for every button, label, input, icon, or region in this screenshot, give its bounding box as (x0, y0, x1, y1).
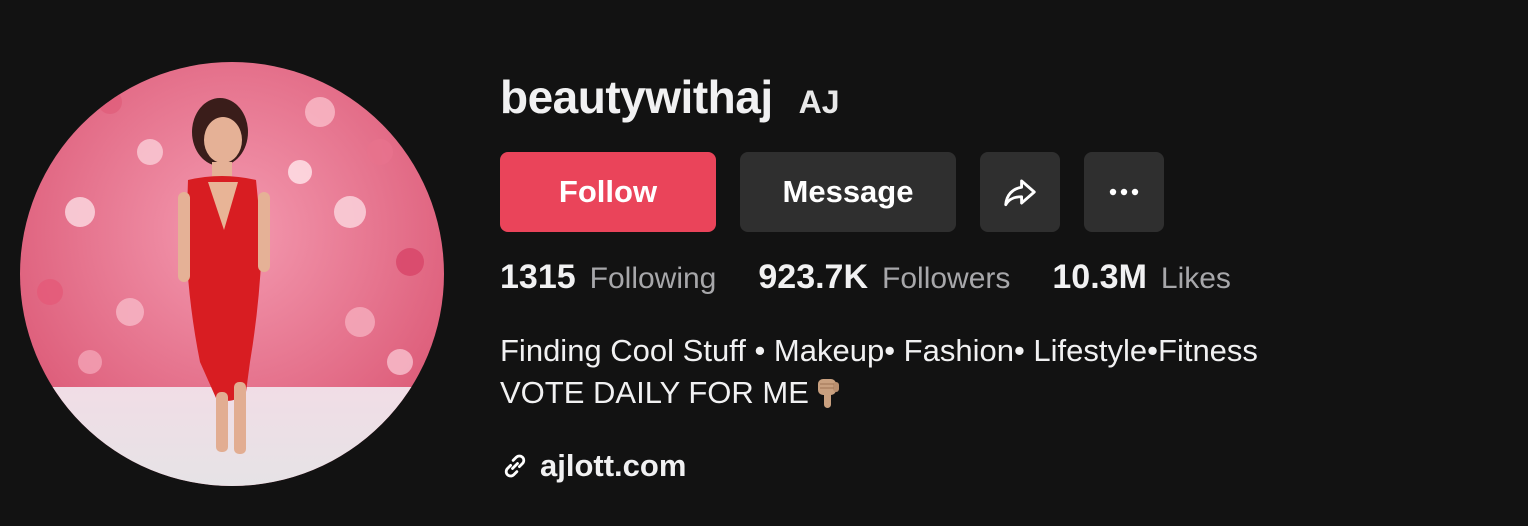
bio-line-2-text: VOTE DAILY FOR ME (500, 375, 809, 410)
following-count: 1315 (500, 258, 576, 296)
profile-link[interactable]: ajlott.com (500, 444, 1500, 488)
likes-stat: 10.3M Likes (1052, 258, 1231, 297)
profile-header: beautywithaj AJ Follow Message 1315 Foll… (0, 0, 1528, 526)
avatar[interactable] (20, 62, 444, 486)
profile-link-text[interactable]: ajlott.com (540, 448, 686, 484)
bio: Finding Cool Stuff • Makeup• Fashion• Li… (500, 330, 1500, 414)
more-dots-icon (1109, 188, 1139, 196)
more-button[interactable] (1084, 152, 1164, 232)
profile-info: beautywithaj AJ Follow Message 1315 Foll… (500, 70, 1500, 488)
followers-label: Followers (882, 262, 1011, 295)
link-chain-icon (504, 454, 526, 478)
followers-stat[interactable]: 923.7K Followers (758, 258, 1010, 297)
pointing-down-hand-emoji-icon (817, 379, 839, 408)
message-button[interactable]: Message (740, 152, 956, 232)
follow-button[interactable]: Follow (500, 152, 716, 232)
bio-line-2: VOTE DAILY FOR ME (500, 372, 1500, 414)
name-row: beautywithaj AJ (500, 70, 1500, 130)
likes-count: 10.3M (1052, 258, 1147, 296)
nickname: AJ (798, 84, 840, 120)
bio-line-1: Finding Cool Stuff • Makeup• Fashion• Li… (500, 333, 1258, 368)
action-buttons: Follow Message (500, 152, 1500, 232)
avatar-image (20, 62, 444, 486)
following-label: Following (589, 262, 717, 295)
following-stat[interactable]: 1315 Following (500, 258, 716, 297)
followers-count: 923.7K (758, 258, 869, 296)
username: beautywithaj (500, 71, 773, 123)
share-button[interactable] (980, 152, 1060, 232)
likes-label: Likes (1160, 262, 1231, 295)
share-arrow-icon (1004, 179, 1036, 207)
profile-stats: 1315 Following 923.7K Followers 10.3M Li… (500, 258, 1500, 302)
